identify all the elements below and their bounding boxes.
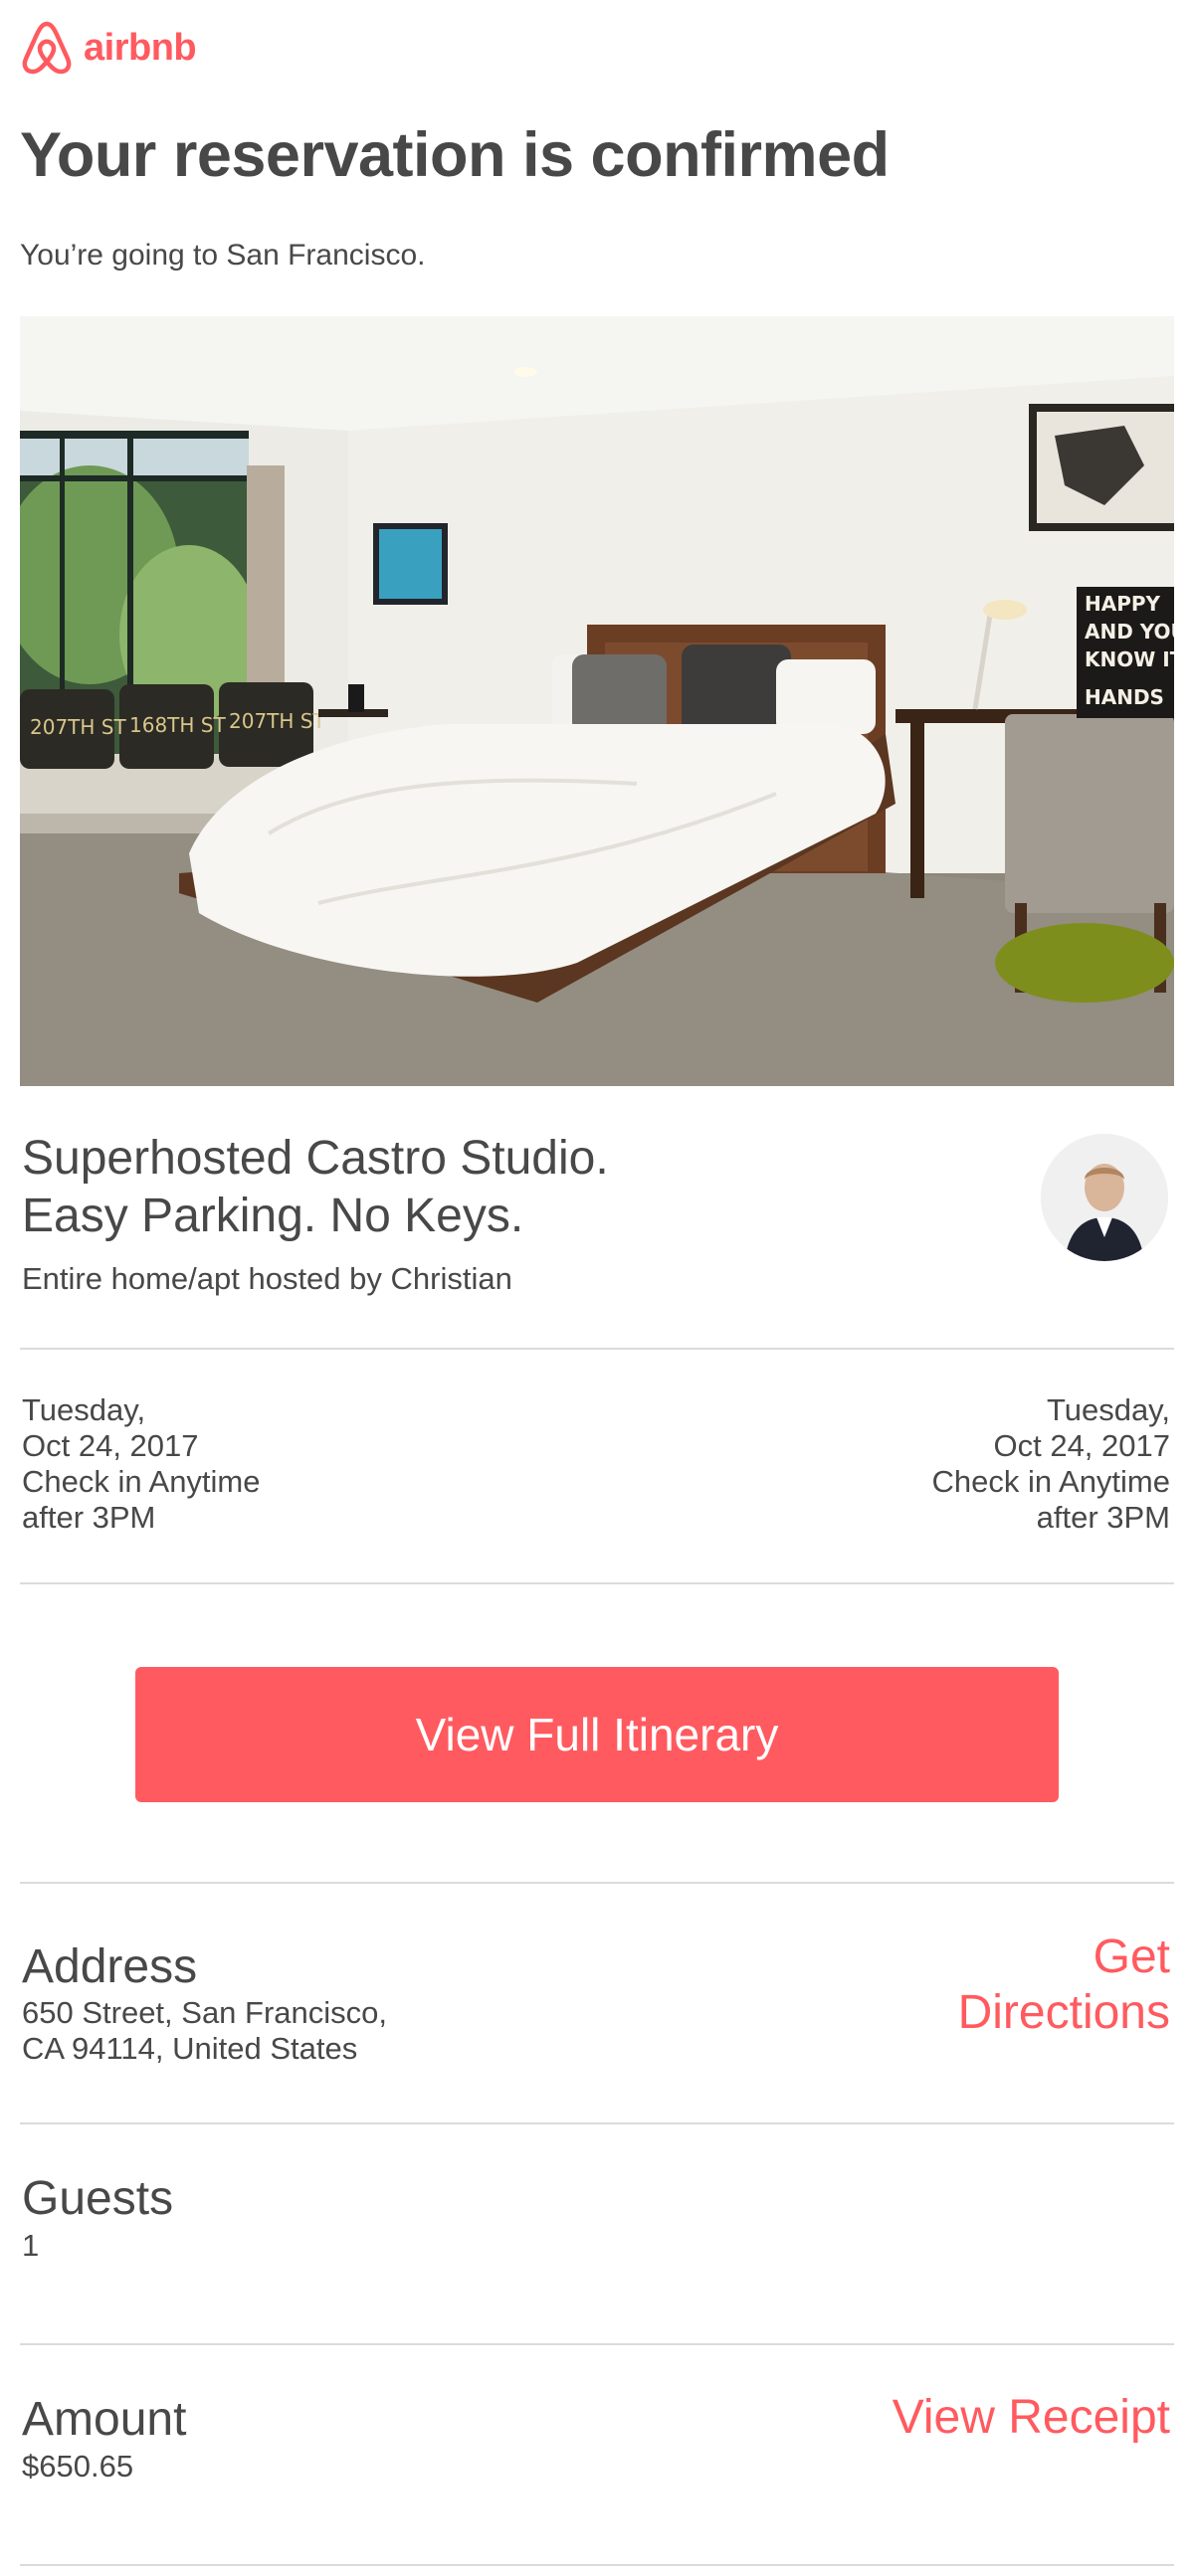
svg-text:HANDS: HANDS (1085, 685, 1164, 709)
divider (20, 1582, 1174, 1584)
address-line1: 650 Street, San Francisco, (22, 1995, 388, 2030)
listing-title[interactable]: Superhosted Castro Studio. Easy Parking.… (22, 1130, 917, 1245)
svg-text:HAPPY: HAPPY (1085, 592, 1161, 616)
checkout-label: Check in Anytime (931, 1464, 1171, 1499)
bedroom-photo: 207TH ST 168TH ST 207TH ST HAPPY AND YO … (20, 316, 1174, 1086)
checkin-day: Tuesday, (22, 1392, 146, 1427)
listing-title-line2: Easy Parking. No Keys. (22, 1190, 524, 1242)
destination-subtitle: You’re going to San Francisco. (20, 239, 426, 272)
amount-value: $650.65 (22, 2449, 134, 2484)
checkin-date: Oct 24, 2017 (22, 1428, 199, 1463)
divider (20, 2343, 1174, 2345)
airbnb-logo[interactable]: airbnb (20, 20, 197, 76)
guests-value: 1 (22, 2228, 40, 2263)
divider (20, 1348, 1174, 1350)
address-value: 650 Street, San Francisco, CA 94114, Uni… (22, 1995, 387, 2067)
page-title: Your reservation is confirmed (20, 120, 890, 190)
divider (20, 2564, 1174, 2566)
get-directions-line2: Directions (957, 1986, 1170, 2039)
divider (20, 1882, 1174, 1884)
checkin-details: Tuesday, Oct 24, 2017 Check in Anytime a… (22, 1392, 261, 1536)
checkin-label: Check in Anytime (22, 1464, 261, 1499)
divider (20, 2122, 1174, 2124)
view-receipt-link[interactable]: View Receipt (893, 2390, 1170, 2446)
svg-text:KNOW IT: KNOW IT (1085, 647, 1174, 671)
checkout-day: Tuesday, (1046, 1392, 1170, 1427)
listing-host-line: Entire home/apt hosted by Christian (22, 1261, 512, 1296)
checkin-time: after 3PM (22, 1500, 156, 1535)
listing-photo[interactable]: 207TH ST 168TH ST 207TH ST HAPPY AND YO … (20, 316, 1174, 1086)
get-directions-link[interactable]: Get Directions (958, 1930, 1170, 2041)
host-avatar[interactable] (1041, 1134, 1168, 1261)
svg-text:AND YOU: AND YOU (1085, 620, 1174, 644)
checkout-date: Oct 24, 2017 (993, 1428, 1170, 1463)
checkout-time: after 3PM (1036, 1500, 1170, 1535)
get-directions-line1: Get (1093, 1931, 1170, 1983)
listing-title-line1: Superhosted Castro Studio. (22, 1132, 609, 1185)
checkout-details: Tuesday, Oct 24, 2017 Check in Anytime a… (932, 1392, 1171, 1536)
address-label: Address (22, 1940, 198, 1993)
guests-label: Guests (22, 2172, 174, 2225)
view-itinerary-button[interactable]: View Full Itinerary (135, 1667, 1059, 1802)
svg-text:207TH ST: 207TH ST (229, 709, 325, 733)
amount-label: Amount (22, 2393, 187, 2446)
host-avatar-image (1041, 1134, 1168, 1261)
address-line2: CA 94114, United States (22, 2031, 358, 2066)
airbnb-belo-icon (22, 21, 72, 75)
brand-name: airbnb (84, 26, 197, 69)
svg-text:207TH ST: 207TH ST (30, 715, 126, 739)
svg-text:168TH ST: 168TH ST (129, 713, 226, 737)
confirmation-email: airbnb Your reservation is confirmed You… (0, 0, 1194, 2576)
